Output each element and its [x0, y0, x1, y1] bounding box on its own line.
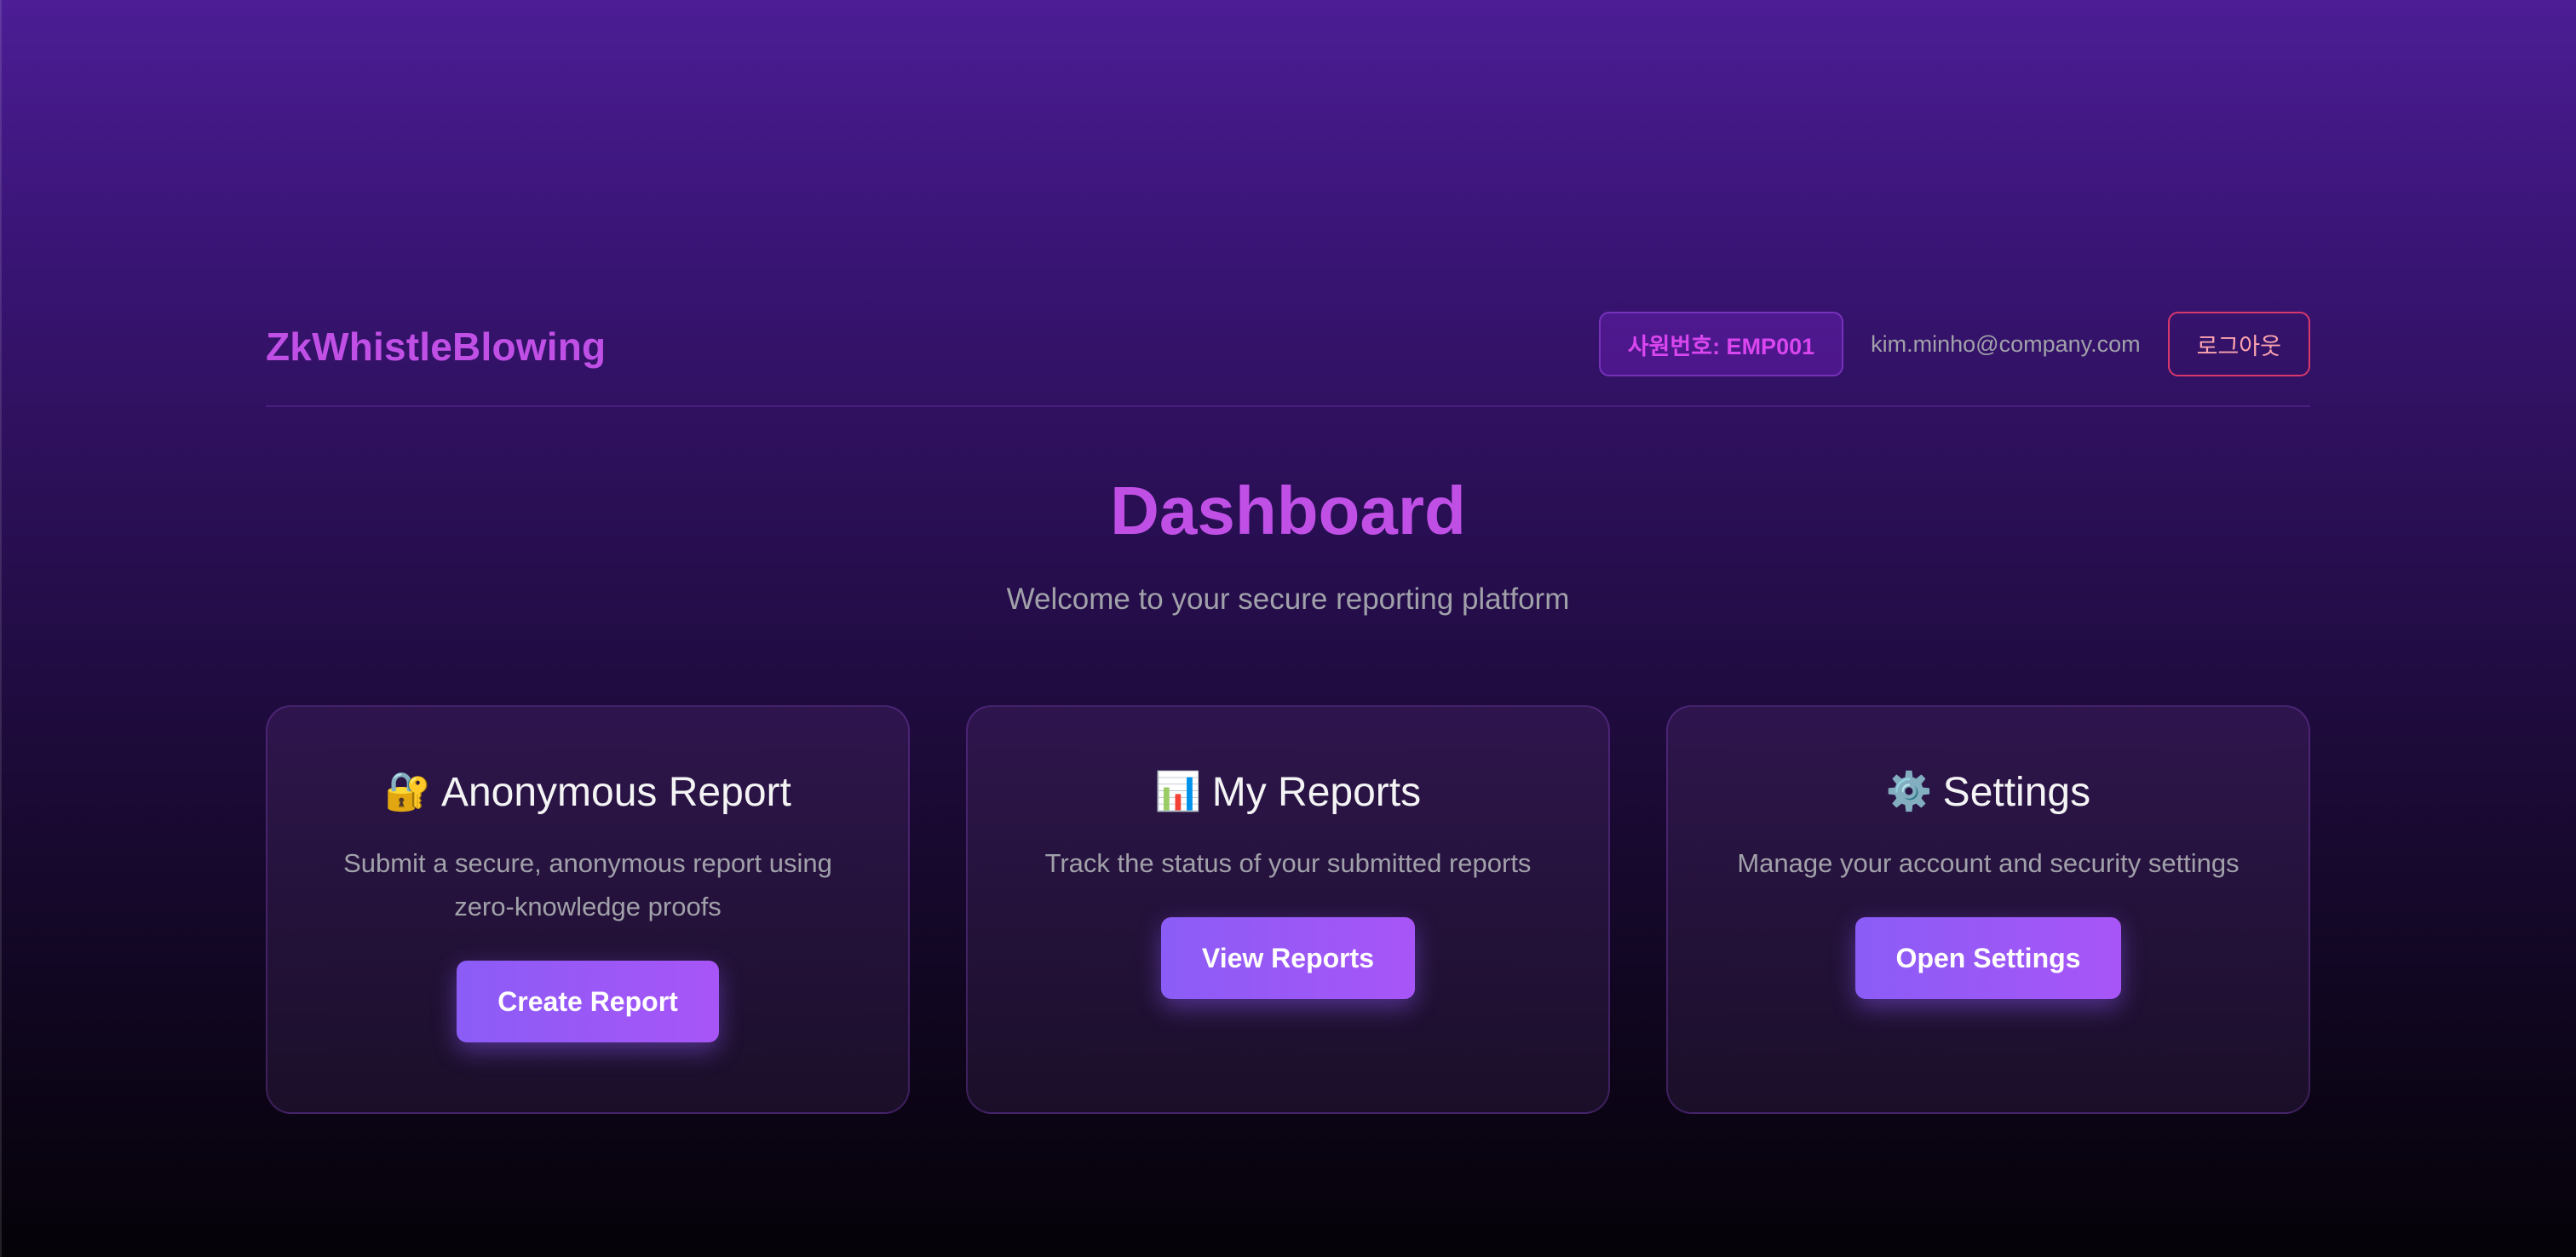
- card-anonymous-report: 🔐 Anonymous Report Submit a secure, anon…: [266, 705, 910, 1114]
- card-title: 🔐 Anonymous Report: [267, 766, 908, 818]
- card-title-text: Settings: [1942, 769, 2091, 815]
- page-edge: [0, 0, 2, 1257]
- card-title: 📊 My Reports: [968, 766, 1608, 818]
- card-title-text: My Reports: [1211, 769, 1422, 815]
- card-my-reports: 📊 My Reports Track the status of your su…: [966, 705, 1610, 1114]
- open-settings-button[interactable]: Open Settings: [1854, 917, 2122, 999]
- card-description: Track the status of your submitted repor…: [1044, 848, 1532, 878]
- feature-cards: 🔐 Anonymous Report Submit a secure, anon…: [266, 705, 2310, 1114]
- gear-icon: ⚙️: [1885, 771, 1933, 812]
- card-description: Submit a secure, anonymous report using …: [343, 848, 832, 921]
- dashboard-container: ZkWhistleBlowing 사원번호: EMP001 kim.minho@…: [266, 312, 2310, 1114]
- card-settings: ⚙️ Settings Manage your account and secu…: [1666, 705, 2310, 1114]
- view-reports-button[interactable]: View Reports: [1160, 917, 1416, 999]
- top-header: ZkWhistleBlowing 사원번호: EMP001 kim.minho@…: [266, 312, 2310, 407]
- create-report-button[interactable]: Create Report: [457, 961, 719, 1042]
- user-email: kim.minho@company.com: [1871, 330, 2141, 357]
- page-subtitle: Welcome to your secure reporting platfor…: [1006, 583, 1570, 616]
- hero-section: Dashboard Welcome to your secure reporti…: [266, 477, 2310, 617]
- header-user-area: 사원번호: EMP001 kim.minho@company.com 로그아웃: [1598, 312, 2310, 376]
- card-title-text: Anonymous Report: [440, 769, 791, 815]
- logout-button[interactable]: 로그아웃: [2167, 312, 2310, 376]
- bar-chart-icon: 📊: [1154, 771, 1202, 812]
- lock-with-key-icon: 🔐: [384, 771, 431, 812]
- card-title: ⚙️ Settings: [1668, 766, 2309, 818]
- employee-id-badge: 사원번호: EMP001: [1598, 312, 1844, 376]
- card-description: Manage your account and security setting…: [1737, 848, 2240, 878]
- brand-logo-text[interactable]: ZkWhistleBlowing: [266, 324, 606, 370]
- page-title: Dashboard: [1110, 473, 1466, 548]
